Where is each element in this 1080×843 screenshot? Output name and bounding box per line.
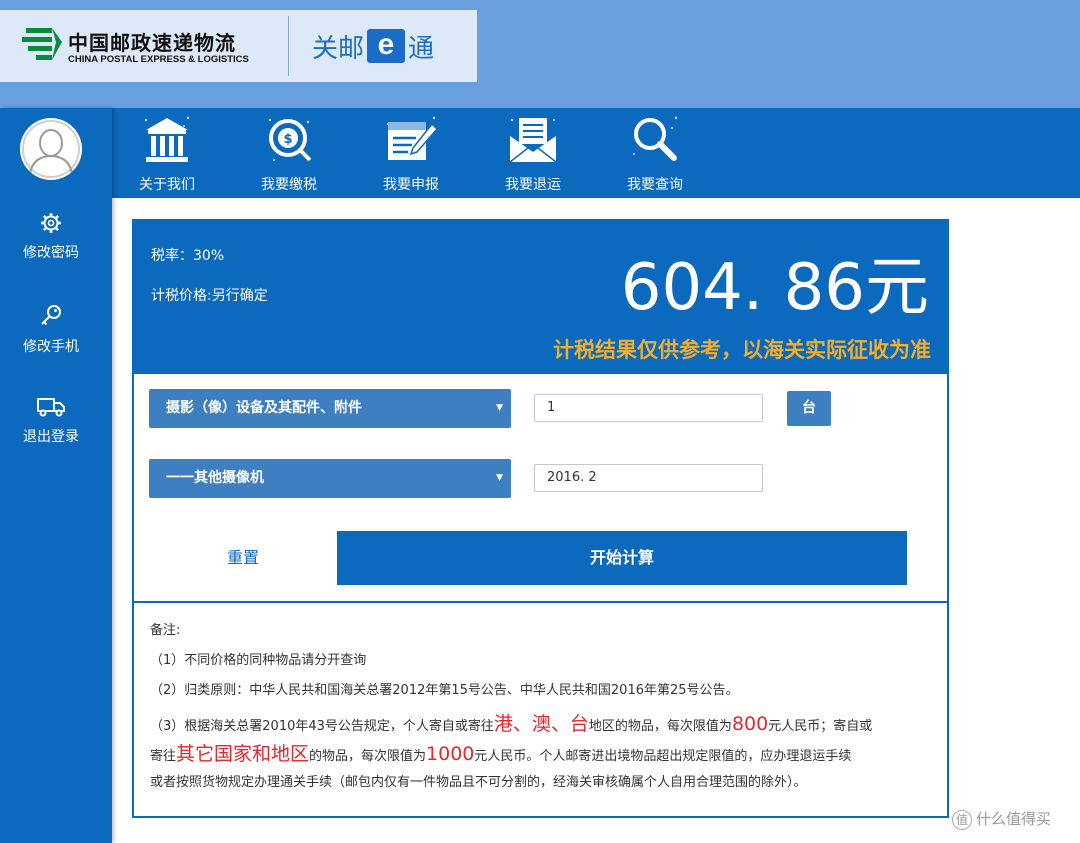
subcategory-select[interactable]: 一一其他摄像机 ▼ <box>149 459 511 498</box>
watermark: 值什么值得买 <box>952 808 1051 830</box>
dropdown-arrow-icon: ▼ <box>496 403 503 413</box>
logo-divider <box>288 16 289 76</box>
note-3-line-1: （3）根据海关总署2010年43号公告规定，个人寄自或寄往港、澳、台地区的物品，… <box>150 709 872 736</box>
top-nav: 关于我们 $ 我要缴税 我要申报 我要退运 我要查询 <box>112 108 1080 198</box>
subcategory-select-value: 一一其他摄像机 <box>166 470 264 486</box>
sidebar: 修改密码 修改手机 退出登录 <box>0 108 112 843</box>
quantity-input[interactable]: 1 <box>534 394 763 422</box>
category-select[interactable]: 摄影（像）设备及其配件、附件 ▼ <box>149 389 511 428</box>
watermark-text: 什么值得买 <box>976 810 1052 828</box>
coin-icon: $ <box>268 118 312 162</box>
nav-item-pay-tax[interactable]: $ 我要缴税 <box>241 112 337 196</box>
sidebar-item-logout[interactable]: 退出登录 <box>0 396 102 446</box>
note-3-text-f: 元人民币。个人邮寄进出境物品超出规定限值的，应办理退运手续 <box>474 749 852 764</box>
notes-title: 备注: <box>150 623 181 638</box>
note-3-text-b: 地区的物品，每次限值为 <box>588 719 732 734</box>
watermark-badge: 值 <box>952 809 972 830</box>
truck-icon <box>37 398 65 417</box>
nav-item-search[interactable]: 我要查询 <box>607 112 703 196</box>
note-3-line-2: 寄往其它国家和地区的物品，每次限值为1000元人民币。个人邮寄进出境物品超出规定… <box>150 739 851 766</box>
disclaimer-text: 计税结果仅供参考，以海关实际征收为准 <box>553 338 931 362</box>
gear-icon <box>41 213 61 233</box>
sidebar-label-change-phone: 修改手机 <box>23 339 79 355</box>
bank-icon <box>144 116 190 162</box>
tax-price-text: 计税价格:另行确定 <box>151 288 268 304</box>
category-select-value: 摄影（像）设备及其配件、附件 <box>166 400 362 416</box>
nav-label-search: 我要查询 <box>627 177 683 193</box>
brand-text-after: 通 <box>408 33 435 64</box>
brand-e-badge: e <box>367 29 406 63</box>
note-3-text-a: （3）根据海关总署2010年43号公告规定，个人寄自或寄往 <box>150 719 494 734</box>
nav-item-return[interactable]: 我要退运 <box>485 112 581 196</box>
note-3-highlight-hmt: 港、澳、台 <box>493 713 589 735</box>
note-2: （2）归类原则：中华人民共和国海关总署2012年第15号公告、中华人民共和国20… <box>150 683 739 698</box>
logo-english-text: CHINA POSTAL EXPRESS & LOGISTICS <box>68 54 249 65</box>
nav-label-about: 关于我们 <box>139 177 195 193</box>
brand-text-before: 关邮 <box>312 33 365 64</box>
reset-button[interactable]: 重置 <box>148 531 338 585</box>
unit-button[interactable]: 台 <box>787 391 831 426</box>
note-3-highlight-800: 800 <box>731 713 769 735</box>
nav-item-about[interactable]: 关于我们 <box>119 112 215 196</box>
envelope-icon <box>509 118 557 163</box>
china-post-logo-icon <box>22 28 62 60</box>
sidebar-item-change-phone[interactable]: 修改手机 <box>0 304 102 356</box>
note-3-highlight-1000: 1000 <box>426 743 475 765</box>
tax-calculator-panel: 税率：30% 计税价格:另行确定 604. 86元 计税结果仅供参考，以海关实际… <box>132 219 949 818</box>
nav-label-return: 我要退运 <box>505 177 561 193</box>
avatar[interactable] <box>20 118 82 180</box>
price-input[interactable]: 2016. 2 <box>534 464 763 492</box>
calculate-button[interactable]: 开始计算 <box>337 531 907 585</box>
dropdown-arrow-icon: ▼ <box>496 473 503 483</box>
sidebar-item-change-password[interactable]: 修改密码 <box>0 212 102 262</box>
result-box: 税率：30% 计税价格:另行确定 604. 86元 计税结果仅供参考，以海关实际… <box>134 221 947 374</box>
nav-label-pay-tax: 我要缴税 <box>261 177 317 193</box>
magnifier-icon <box>633 116 678 161</box>
tax-rate-text: 税率：30% <box>151 248 225 264</box>
note-3-text-d: 寄往 <box>150 749 177 764</box>
note-3-text-e: 的物品，每次限值为 <box>309 749 427 764</box>
notes-divider <box>134 601 947 603</box>
sidebar-label-logout: 退出登录 <box>23 429 79 445</box>
nav-item-declare[interactable]: 我要申报 <box>363 112 459 196</box>
nav-label-declare: 我要申报 <box>383 177 439 193</box>
key-icon <box>41 305 61 326</box>
user-silhouette-icon <box>22 120 80 178</box>
note-3-line-3: 或者按照货物规定办理通关手续（邮包内仅有一件物品且不可分割的，经海关审核确属个人… <box>150 775 807 790</box>
note-1: （1）不同价格的同种物品请分开查询 <box>150 653 367 668</box>
brand-title: 关邮 e 通 <box>312 26 434 66</box>
note-3-highlight-other-regions: 其它国家和地区 <box>176 743 310 765</box>
sidebar-label-change-password: 修改密码 <box>23 245 79 261</box>
logo-chinese-text: 中国邮政速递物流 <box>68 31 236 55</box>
note-3-text-c: 元人民币；寄自或 <box>768 719 873 734</box>
logo-area[interactable]: 中国邮政速递物流 CHINA POSTAL EXPRESS & LOGISTIC… <box>0 10 477 82</box>
tax-amount: 604. 86元 <box>620 251 929 325</box>
document-pen-icon <box>387 116 439 160</box>
svg-text:$: $ <box>283 132 292 147</box>
